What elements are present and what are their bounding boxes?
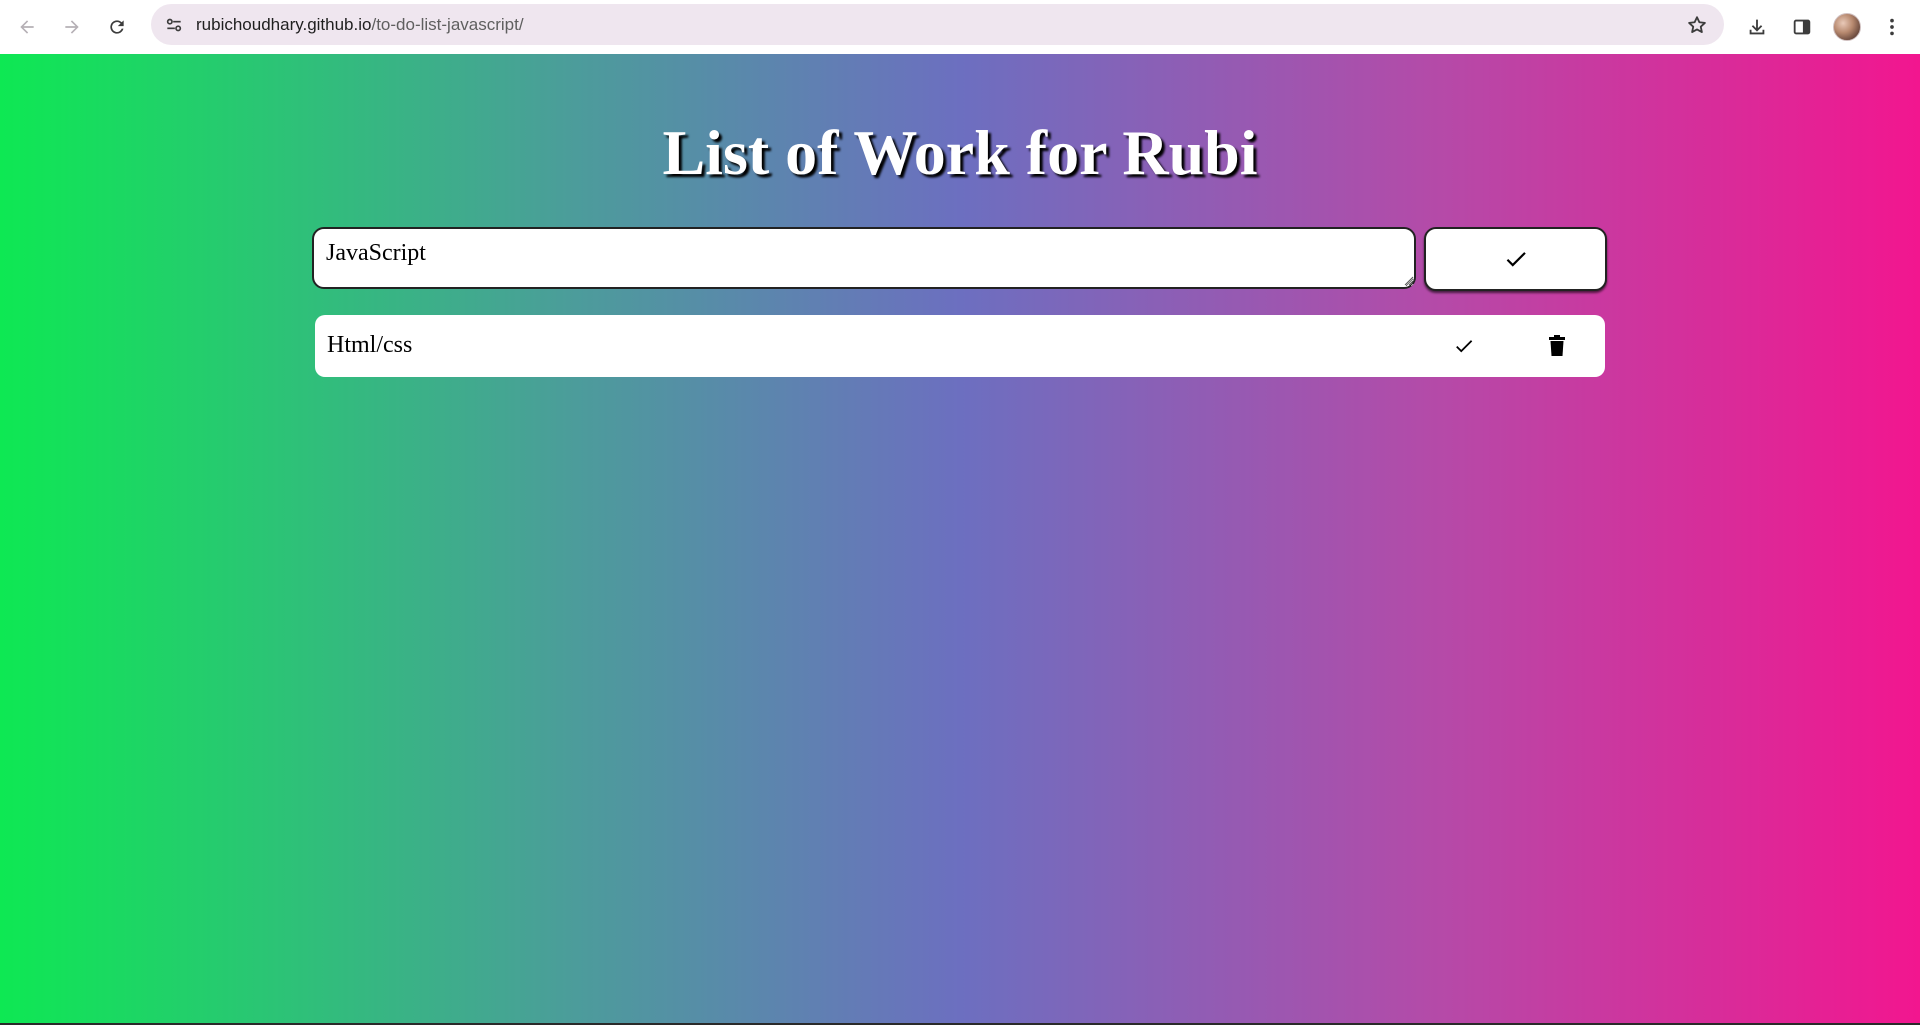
forward-button[interactable] [54,9,90,45]
back-button[interactable] [9,9,45,45]
check-icon [1456,340,1473,353]
trash-icon [1549,335,1565,356]
tune-icon [166,18,182,32]
star-icon [1688,16,1706,33]
bookmark-button[interactable] [1684,12,1710,38]
downloads-button[interactable] [1739,9,1775,45]
arrow-right-icon [65,20,79,34]
complete-task-button[interactable] [1449,331,1479,361]
avatar [1833,13,1861,41]
download-icon [1749,19,1765,35]
task-list: Html/css [315,315,1605,377]
page-background: List of Work for Rubi Html/css [0,54,1920,1023]
reload-button[interactable] [99,9,135,45]
side-panel-button[interactable] [1784,9,1820,45]
page-title: List of Work for Rubi [662,117,1258,188]
side-panel-icon [1793,19,1811,35]
reload-icon [110,20,124,34]
kebab-menu-icon [1890,18,1894,36]
list-item: Html/css [315,315,1605,377]
add-task-button[interactable] [1424,227,1607,291]
task-text: Html/css [327,332,413,358]
check-icon [1506,252,1526,267]
delete-task-button[interactable] [1542,331,1572,361]
address-bar[interactable]: rubichoudhary.github.io/to-do-list-javas… [151,4,1724,45]
task-input[interactable] [312,227,1416,289]
profile-button[interactable] [1829,9,1865,45]
url-text[interactable]: rubichoudhary.github.io/to-do-list-javas… [196,15,524,35]
menu-button[interactable] [1874,9,1910,45]
site-info-button[interactable] [161,12,187,38]
url-path: /to-do-list-javascript/ [371,15,524,34]
browser-toolbar: rubichoudhary.github.io/to-do-list-javas… [0,0,1920,55]
arrow-left-icon [20,20,34,34]
url-host: rubichoudhary.github.io [196,15,372,34]
resize-grip-icon[interactable] [1404,276,1414,286]
